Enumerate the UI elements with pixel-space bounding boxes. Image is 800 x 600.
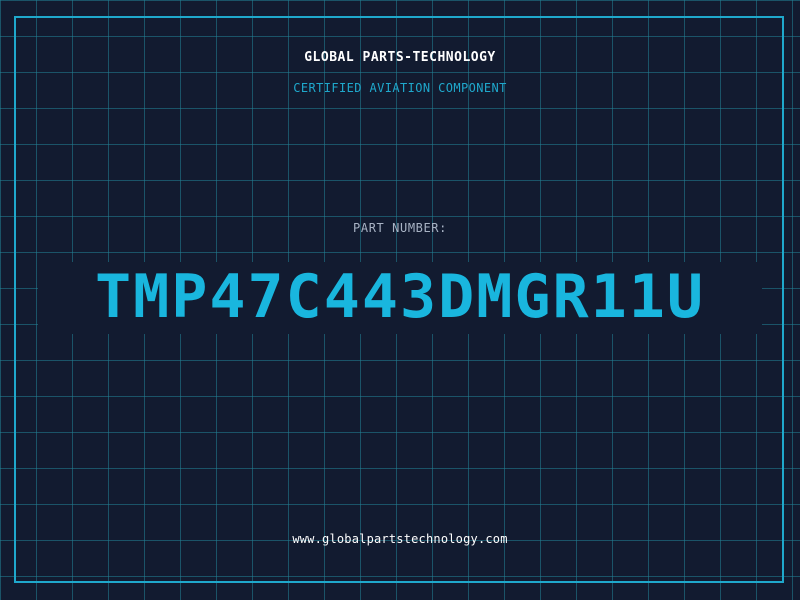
part-number-value: TMP47C443DMGR11U	[95, 262, 705, 332]
certificate-card: GLOBAL PARTS-TECHNOLOGY CERTIFIED AVIATI…	[0, 0, 800, 600]
brand-title: GLOBAL PARTS-TECHNOLOGY	[304, 50, 496, 65]
website-url: www.globalpartstechnology.com	[292, 532, 508, 546]
part-number-label: PART NUMBER:	[353, 221, 447, 235]
brand-subtitle: CERTIFIED AVIATION COMPONENT	[293, 81, 507, 95]
